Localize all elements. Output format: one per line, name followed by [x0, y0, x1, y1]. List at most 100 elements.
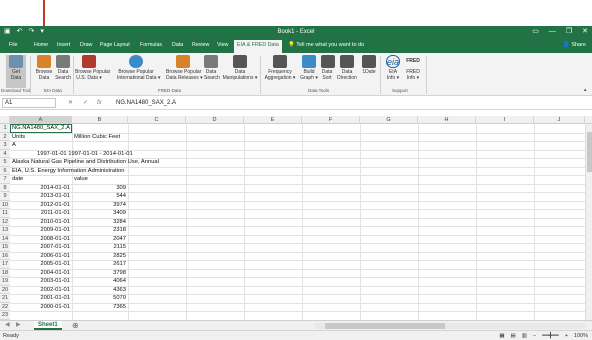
- page-break-view-icon[interactable]: ▥: [522, 332, 527, 340]
- cell-a4[interactable]: 1997-01-01 1997-01-01 - 2014-01-01: [37, 150, 133, 158]
- zoom-level[interactable]: 100%: [574, 332, 588, 340]
- cell-a7[interactable]: date: [12, 175, 23, 183]
- row-header[interactable]: 14: [0, 234, 10, 243]
- cell-date[interactable]: 2010-01-01: [10, 218, 70, 226]
- restore-icon[interactable]: ❐: [566, 27, 572, 36]
- cell-value[interactable]: 2617: [72, 260, 126, 268]
- fred-info-button[interactable]: FRED FRED Info ▾: [404, 55, 422, 81]
- cell-date[interactable]: 2004-01-01: [10, 269, 70, 277]
- data-sort-button[interactable]: Data Sort: [321, 55, 335, 81]
- insert-function-icon[interactable]: fx: [97, 99, 102, 107]
- column-header[interactable]: A: [10, 116, 72, 124]
- row-header[interactable]: 12: [0, 217, 10, 226]
- add-sheet-icon[interactable]: ⊕: [72, 321, 79, 330]
- vertical-scrollbar[interactable]: [585, 124, 592, 320]
- share-button[interactable]: 👤 Share: [563, 42, 586, 49]
- cell-value[interactable]: 5070: [72, 294, 126, 302]
- get-data-button[interactable]: Get Data: [6, 55, 26, 88]
- tell-me-box[interactable]: 💡 Tell me what you want to do: [288, 42, 364, 49]
- cell-value[interactable]: 2115: [72, 243, 126, 251]
- row-header[interactable]: 17: [0, 260, 10, 269]
- data-direction-button[interactable]: Data Direction: [336, 55, 358, 81]
- cell-date[interactable]: 2001-01-01: [10, 294, 70, 302]
- tab-data[interactable]: Data: [172, 42, 183, 49]
- cell-a3[interactable]: A: [12, 141, 16, 149]
- row-header[interactable]: 10: [0, 200, 10, 209]
- prev-sheet-icon[interactable]: ◀: [5, 322, 10, 329]
- cell-date[interactable]: 2014-01-01: [10, 184, 70, 192]
- collapse-ribbon-icon[interactable]: ▲: [583, 87, 587, 93]
- row-header[interactable]: 18: [0, 268, 10, 277]
- cell-value[interactable]: 544: [72, 192, 126, 200]
- column-header[interactable]: I: [476, 116, 534, 124]
- name-box[interactable]: A1: [2, 98, 56, 108]
- eia-info-button[interactable]: eia EIA Info ▾: [384, 55, 402, 81]
- row-header[interactable]: 13: [0, 226, 10, 235]
- row-header[interactable]: 7: [0, 175, 10, 184]
- column-header[interactable]: E: [244, 116, 302, 124]
- cell-date[interactable]: 2012-01-01: [10, 201, 70, 209]
- horizontal-scroll-thumb[interactable]: [325, 323, 445, 329]
- cell-value[interactable]: 7365: [72, 303, 126, 311]
- formula-input[interactable]: NG.NA1480_SAX_2.A: [116, 99, 176, 107]
- tab-view[interactable]: View: [217, 42, 228, 49]
- cell-a2[interactable]: Units: [12, 133, 25, 141]
- tab-page-layout[interactable]: Page Layout: [100, 42, 130, 49]
- row-header[interactable]: 4: [0, 149, 10, 158]
- next-sheet-icon[interactable]: ▶: [16, 322, 21, 329]
- row-header[interactable]: 23: [0, 311, 10, 320]
- column-header[interactable]: H: [418, 116, 476, 124]
- zoom-in-icon[interactable]: +: [565, 332, 568, 340]
- cell-value[interactable]: 2825: [72, 252, 126, 260]
- tab-home[interactable]: Home: [34, 42, 48, 49]
- cell-a6[interactable]: EIA, U.S. Energy Information Administrat…: [12, 167, 124, 175]
- row-header[interactable]: 22: [0, 302, 10, 311]
- row-header[interactable]: 9: [0, 192, 10, 201]
- worksheet-grid[interactable]: A B C D E F G H I J 1 2 3 4 5 6 7 8 9 10 11 12 13 14 1…: [0, 116, 592, 320]
- cell-date[interactable]: 2000-01-01: [10, 303, 70, 311]
- tab-formulas[interactable]: Formulas: [140, 42, 162, 49]
- cell-value[interactable]: 3284: [72, 218, 126, 226]
- zoom-out-icon[interactable]: −: [533, 332, 536, 340]
- tab-file[interactable]: File: [9, 42, 18, 49]
- cell-value[interactable]: 2318: [72, 226, 126, 234]
- column-header[interactable]: J: [534, 116, 585, 124]
- row-header[interactable]: 15: [0, 243, 10, 252]
- cell-value[interactable]: 3798: [72, 269, 126, 277]
- row-header[interactable]: 2: [0, 132, 10, 141]
- cell-a5[interactable]: Alaska Natural Gas Pipeline and Distribu…: [12, 158, 159, 166]
- row-header[interactable]: 6: [0, 166, 10, 175]
- zoom-slider[interactable]: ━━╋━━: [542, 332, 559, 340]
- ribbon-display-icon[interactable]: ▭: [532, 27, 539, 36]
- cell-date[interactable]: 2006-01-01: [10, 252, 70, 260]
- row-header[interactable]: 21: [0, 294, 10, 303]
- column-header[interactable]: B: [72, 116, 128, 124]
- cell-date[interactable]: 2002-01-01: [10, 286, 70, 294]
- browse-popular-us-data-button[interactable]: Browse Popular U.S. Data ▾: [75, 55, 110, 81]
- cell-date[interactable]: 2013-01-01: [10, 192, 70, 200]
- cell-b2[interactable]: Million Cubic Feet: [74, 133, 120, 141]
- column-header[interactable]: D: [186, 116, 244, 124]
- column-header[interactable]: G: [360, 116, 418, 124]
- vertical-scroll-thumb[interactable]: [587, 132, 592, 172]
- browse-popular-releases-button[interactable]: Browse Popular Data Releases ▾: [166, 55, 203, 81]
- cell-date[interactable]: 2005-01-01: [10, 260, 70, 268]
- one-date-button[interactable]: 1Date: [362, 55, 376, 75]
- select-all-corner[interactable]: [0, 116, 10, 124]
- cell-date[interactable]: 2009-01-01: [10, 226, 70, 234]
- cell-value[interactable]: 3409: [72, 209, 126, 217]
- frequency-aggregation-button[interactable]: Frequency Aggregation ▾: [263, 55, 297, 81]
- cell-a1[interactable]: NG.NA1480_SAX_2.A: [12, 124, 70, 132]
- row-header[interactable]: 16: [0, 251, 10, 260]
- row-header[interactable]: 3: [0, 141, 10, 150]
- build-graph-button[interactable]: Build Graph ▾: [300, 55, 318, 81]
- horizontal-scrollbar[interactable]: [315, 323, 585, 329]
- column-header[interactable]: F: [302, 116, 360, 124]
- tab-insert[interactable]: Insert: [57, 42, 70, 49]
- tab-review[interactable]: Review: [192, 42, 209, 49]
- tab-eia-fred-data[interactable]: EIA & FRED Data: [234, 40, 282, 53]
- row-header[interactable]: 19: [0, 277, 10, 286]
- cell-value[interactable]: 2047: [72, 235, 126, 243]
- row-header[interactable]: 1: [0, 124, 10, 133]
- cell-date[interactable]: 2003-01-01: [10, 277, 70, 285]
